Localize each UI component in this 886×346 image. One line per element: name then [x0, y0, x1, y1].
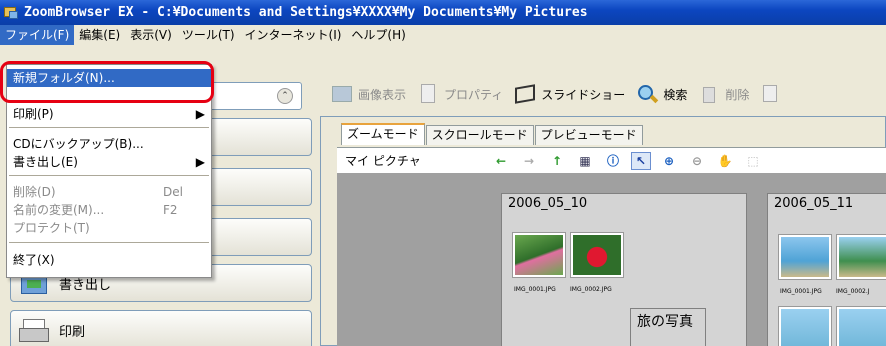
submenu-arrow-icon: ▶: [195, 107, 205, 121]
nav-button-print[interactable]: 印刷: [10, 310, 312, 346]
tab-zoom-mode[interactable]: ズームモード: [341, 123, 425, 145]
view-image-label: 画像表示: [358, 87, 407, 102]
info-icon[interactable]: ⓘ: [603, 152, 623, 170]
copy-icon: [759, 83, 783, 105]
pointer-icon[interactable]: ↖: [631, 151, 651, 170]
slideshow-button[interactable]: スライドショー: [513, 83, 625, 105]
forward-arrow-icon[interactable]: →: [519, 152, 539, 170]
menu-item-exit[interactable]: 終了(X): [7, 251, 211, 269]
view-tabs: ズームモード スクロールモード プレビューモード: [341, 123, 644, 145]
properties-icon: [416, 83, 440, 105]
zoom-out-icon[interactable]: ⊖: [687, 152, 707, 170]
properties-button[interactable]: プロパティ: [416, 83, 503, 105]
folder-name-1: 2006_05_10: [508, 196, 588, 211]
photo-thumbnail-5[interactable]: [778, 306, 832, 346]
title-bar: ZoomBrowser EX - C:¥Documents and Settin…: [0, 0, 886, 25]
print-label: 印刷: [59, 324, 86, 340]
properties-label: プロパティ: [444, 87, 504, 102]
photo-thumbnail-1[interactable]: [512, 232, 566, 278]
slideshow-label: スライドショー: [541, 87, 626, 102]
menu-item-delete: 削除(D) Del: [7, 183, 211, 201]
menu-bar: ファイル(F) 編集(E) 表示(V) ツール(T) インターネット(I) ヘル…: [0, 25, 886, 45]
tab-scroll-mode[interactable]: スクロールモード: [425, 125, 534, 145]
menu-item-cd-backup[interactable]: CDにバックアップ(B)...: [7, 135, 211, 153]
menu-help[interactable]: ヘルプ(H): [346, 25, 410, 45]
browser-area: 2006_05_10 IMG_0001.JPG IMG_0002.JPG 旅の写…: [337, 173, 886, 346]
folder-panel-2[interactable]: 2006_05_11 IMG_0001.JPG IMG_0002.J: [767, 193, 886, 346]
delete-item-label: 削除(D): [13, 185, 56, 199]
printer-icon: [19, 315, 53, 345]
photo-thumbnail-6[interactable]: [836, 306, 886, 346]
rename-item-label: 名前の変更(M)...: [13, 203, 105, 217]
window-title: ZoomBrowser EX - C:¥Documents and Settin…: [24, 5, 588, 20]
folder-name-2: 2006_05_11: [774, 196, 854, 211]
photo-thumbnail-3[interactable]: [778, 234, 832, 280]
tab-preview-mode[interactable]: プレビューモード: [534, 125, 643, 145]
delete-button[interactable]: 削除: [697, 83, 749, 105]
photo-thumbnail-2[interactable]: [570, 232, 624, 278]
menu-internet[interactable]: インターネット(I): [240, 25, 347, 45]
file-name-2: IMG_0002.JPG: [570, 286, 612, 293]
menu-separator: [9, 127, 209, 128]
search-label: 検索: [663, 87, 688, 102]
photo-thumbnail-4[interactable]: [836, 234, 886, 280]
back-arrow-icon[interactable]: ←: [491, 152, 511, 170]
select-icon[interactable]: ▦: [575, 152, 595, 170]
more-button[interactable]: [759, 83, 787, 105]
menu-file[interactable]: ファイル(F): [0, 25, 75, 45]
submenu-arrow-icon: ▶: [195, 155, 205, 169]
menu-edit[interactable]: 編集(E): [74, 25, 125, 45]
image-icon: [330, 83, 354, 105]
album-name: 旅の写真: [637, 314, 693, 330]
main-area: ズームモード スクロールモード プレビューモード マイ ピクチャ ← → ↑ ▦…: [320, 116, 886, 346]
location-label: マイ ピクチャ: [345, 154, 421, 168]
menu-separator: [9, 242, 209, 243]
menu-item-protect: プロテクト(T): [13, 221, 90, 235]
callout-highlight: [0, 61, 214, 103]
location-bar: マイ ピクチャ ← → ↑ ▦ ⓘ ↖ ⊕ ⊖ ✋ ⬚: [337, 147, 886, 173]
app-icon: [4, 5, 19, 20]
menu-view[interactable]: 表示(V): [125, 25, 177, 45]
menu-item-export[interactable]: 書き出し(E) ▶: [7, 153, 211, 171]
delete-shortcut: Del: [163, 185, 183, 199]
file-name-4: IMG_0002.J: [836, 288, 870, 295]
menu-separator: [9, 175, 209, 176]
view-image-button[interactable]: 画像表示: [330, 83, 406, 105]
menu-item-print[interactable]: 印刷(P) ▶: [7, 105, 211, 123]
export-item-label: 書き出し(E): [13, 155, 78, 169]
up-arrow-icon[interactable]: ↑: [547, 152, 567, 170]
toolbar: 画像表示 プロパティ スライドショー 検索 削除: [314, 78, 886, 110]
fit-icon[interactable]: ⬚: [743, 152, 763, 170]
search-button[interactable]: 検索: [635, 83, 687, 105]
print-item-label: 印刷(P): [13, 107, 54, 121]
slideshow-icon: [513, 83, 537, 105]
rename-shortcut: F2: [163, 203, 178, 217]
search-icon: [635, 83, 659, 105]
album-panel[interactable]: 旅の写真: [630, 308, 706, 346]
menu-item-rename: 名前の変更(M)... F2: [7, 201, 211, 219]
menu-tools[interactable]: ツール(T): [177, 25, 240, 45]
collapse-icon[interactable]: ⌃: [277, 88, 293, 104]
file-name-1: IMG_0001.JPG: [514, 286, 556, 293]
delete-label: 削除: [725, 87, 750, 102]
hand-icon[interactable]: ✋: [715, 152, 735, 170]
zoom-in-icon[interactable]: ⊕: [659, 152, 679, 170]
file-name-3: IMG_0001.JPG: [780, 288, 822, 295]
folder-panel-1[interactable]: 2006_05_10 IMG_0001.JPG IMG_0002.JPG 旅の写…: [501, 193, 747, 346]
trash-icon: [697, 83, 721, 105]
